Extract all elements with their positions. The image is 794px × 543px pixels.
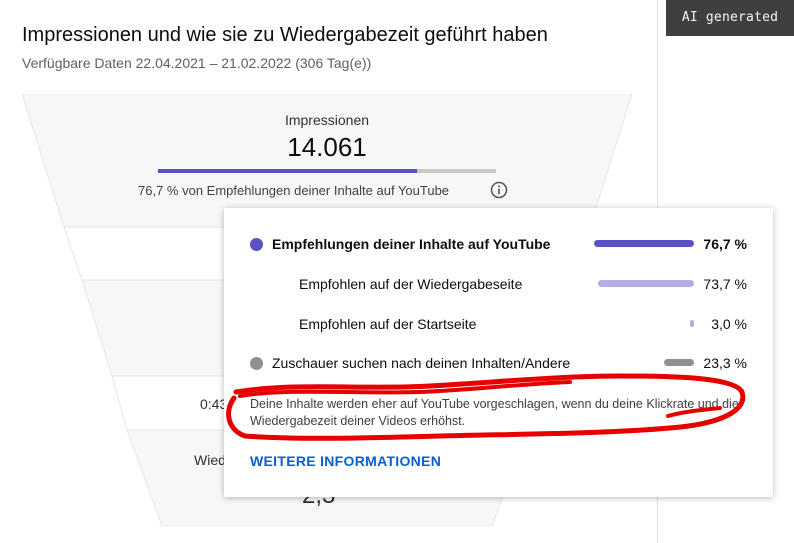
series-dot [250,357,263,370]
row-label: Zuschauer suchen nach deinen Inhalten/An… [272,355,571,371]
series-dot [250,238,263,251]
funnel-stage-5-text: Wied [194,452,226,468]
row-watch-page: Empfohlen auf der Wiedergabeseite 73,7 % [224,273,773,297]
impressions-label: Impressionen [284,112,370,128]
info-icon[interactable] [490,181,508,199]
card-title: Impressionen und wie sie zu Wiedergabeze… [22,24,548,46]
learn-more-link[interactable]: WEITERE INFORMATIONEN [250,453,441,469]
row-search-other: Zuschauer suchen nach deinen Inhalten/An… [224,352,773,376]
row-home-page: Empfohlen auf der Startseite 3,0 % [224,313,773,337]
impressions-bar-fill [158,169,418,173]
row-bar [664,359,694,366]
impressions-description: 76,7 % von Empfehlungen deiner Inhalte a… [138,183,450,198]
row-bar [690,320,694,327]
row-value: 73,7 % [703,276,747,292]
impressions-bar [158,169,496,173]
row-label: Empfohlen auf der Startseite [299,316,477,332]
row-value: 76,7 % [703,236,747,252]
row-bar [598,280,694,287]
ai-generated-badge: AI generated [666,0,794,36]
row-bar [594,240,694,247]
row-recommendations: Empfehlungen deiner Inhalte auf YouTube … [224,233,773,257]
traffic-source-tooltip: Empfehlungen deiner Inhalte auf YouTube … [224,208,773,497]
date-range: Verfügbare Daten 22.04.2021 – 21.02.2022… [22,55,372,71]
row-value: 3,0 % [711,316,747,332]
row-value: 23,3 % [703,355,747,371]
ctr-tip-text: Deine Inhalte werden eher auf YouTube vo… [250,397,739,428]
row-label: Empfohlen auf der Wiedergabeseite [299,276,523,292]
row-label: Empfehlungen deiner Inhalte auf YouTube [272,236,551,252]
impressions-value: 14.061 [287,132,367,162]
